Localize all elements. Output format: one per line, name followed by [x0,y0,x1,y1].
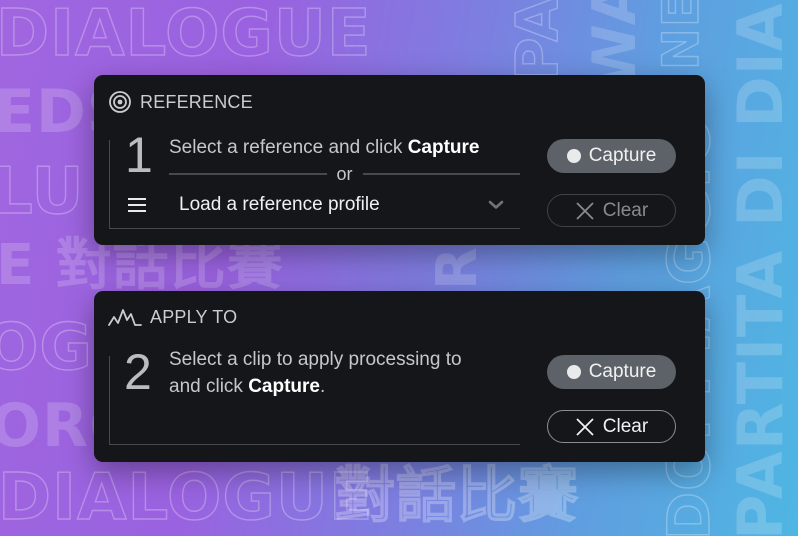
reference-capture-button[interactable]: Capture [547,139,676,173]
bg-word-pa: PA [502,0,571,81]
instruction-capture-keyword: Capture [407,137,480,158]
separator-line-right [362,173,521,175]
target-icon [108,90,132,114]
or-separator: or [169,163,521,185]
capture-label: Capture [588,145,657,166]
step-number: 2 [124,344,152,400]
instruction-line-2: and click Capture. [169,373,462,400]
apply-instruction: Select a clip to apply processing to and… [169,346,462,400]
instruction-line-2-text: and click [169,376,249,397]
apply-to-panel-header: APPLY TO [108,306,237,328]
waveform-icon [108,306,142,328]
bg-word-dialogue-top: DIALOGUE [0,0,372,71]
reference-clear-button[interactable]: Clear [547,194,676,227]
bg-word-partita: PARTITA DI DIALOGO [724,0,797,536]
instruction-capture-keyword: Capture [248,376,320,397]
reference-panel-header: REFERENCE [108,90,253,114]
instruction-line-1: Select a clip to apply processing to [169,349,462,370]
record-dot-icon [566,365,581,379]
load-reference-profile-dropdown[interactable]: Load a reference profile [127,191,520,219]
reference-panel: REFERENCE 1 Select a reference and click… [94,75,705,245]
close-icon [575,201,595,221]
capture-label: Capture [588,361,657,382]
bg-word-dialogue-bottom: DIALOGUE [0,461,374,535]
step-number: 1 [125,127,153,183]
apply-clear-button[interactable]: Clear [547,410,676,443]
bg-word-lu: LU [0,155,85,229]
reference-panel-title: REFERENCE [140,91,253,112]
clear-label: Clear [602,415,649,437]
clear-label: Clear [602,199,649,221]
instruction-text: Select a reference and click [169,137,408,158]
separator-line-left [169,173,327,175]
bg-word-cjk-top: E 對話比賽 [0,233,284,298]
reference-instruction: Select a reference and click Capture [169,134,479,161]
chevron-down-icon[interactable] [488,200,504,210]
menu-icon [127,197,147,213]
instruction-period: . [320,376,326,397]
bg-word-cjk-bottom: 對話比賽 [334,461,579,531]
close-icon [575,417,595,437]
record-dot-icon [566,149,581,163]
bg-word-r: R [425,245,490,290]
load-reference-profile-label: Load a reference profile [179,194,380,215]
apply-to-panel: APPLY TO 2 Select a clip to apply proces… [94,291,705,462]
apply-to-panel-title: APPLY TO [150,306,238,327]
bg-word-ne: NE [651,0,710,71]
apply-capture-button[interactable]: Capture [547,355,676,389]
or-label: or [336,163,353,184]
